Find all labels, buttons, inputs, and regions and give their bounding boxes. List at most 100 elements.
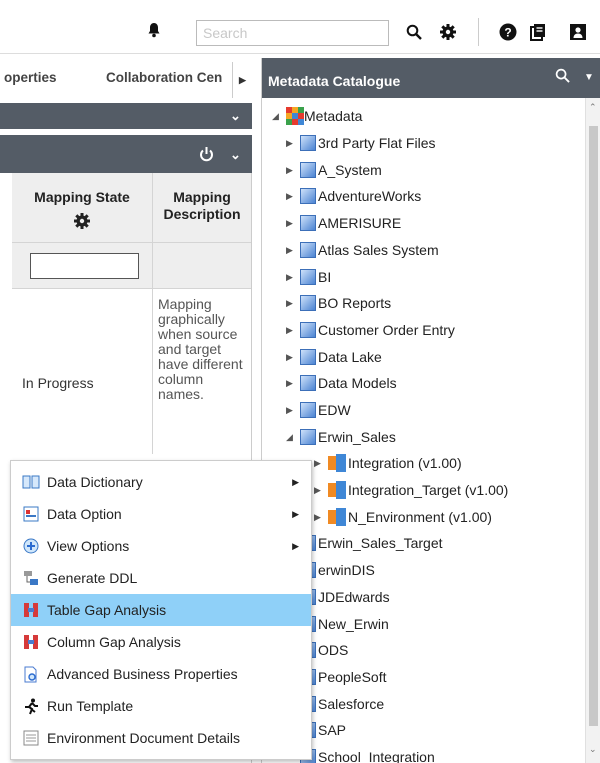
menu-item-environment-document-details[interactable]: Environment Document Details bbox=[11, 722, 311, 754]
tree-node[interactable]: ▶ Integration (v1.00) bbox=[314, 452, 462, 474]
svg-text:?: ? bbox=[504, 26, 511, 40]
tree-node[interactable]: ◢ Erwin_Sales bbox=[286, 426, 396, 448]
tree-node[interactable]: ▶ Data Models bbox=[286, 372, 397, 394]
mapping-state-filter-input[interactable] bbox=[30, 253, 139, 279]
zoom-view-icon bbox=[22, 537, 40, 555]
mapping-description-value: Mapping graphically when source and targ… bbox=[158, 296, 243, 402]
panel-title-bar: Metadata Catalogue ▼ bbox=[262, 58, 600, 98]
tree-node[interactable]: JDEdwards bbox=[300, 586, 390, 608]
expand-arrow-icon[interactable]: ▶ bbox=[286, 165, 300, 176]
expand-arrow-icon[interactable]: ▶ bbox=[286, 191, 300, 202]
expand-arrow-icon[interactable]: ▶ bbox=[314, 458, 328, 469]
menu-item-generate-ddl[interactable]: Generate DDL bbox=[11, 562, 311, 594]
filter-row bbox=[12, 243, 152, 289]
tree-node[interactable]: Erwin_Sales_Target bbox=[300, 532, 443, 554]
tree-node[interactable]: ▶ EDW bbox=[286, 399, 351, 421]
column-header[interactable]: Mapping State bbox=[12, 173, 152, 243]
filter-row bbox=[153, 243, 251, 289]
expand-arrow-icon[interactable]: ▶ bbox=[286, 298, 300, 309]
menu-item-label: Generate DDL bbox=[47, 570, 138, 586]
expand-arrow-icon[interactable]: ▶ bbox=[286, 218, 300, 229]
tree-node[interactable]: ▶ Data Lake bbox=[286, 346, 382, 368]
table-cell[interactable]: In Progress bbox=[12, 289, 152, 454]
tree-node[interactable]: ▶ AMERISURE bbox=[286, 212, 401, 234]
chevron-down-icon[interactable]: ⌄ bbox=[230, 147, 241, 163]
scrollbar-thumb[interactable] bbox=[589, 126, 598, 726]
tree-node[interactable]: New_Erwin bbox=[300, 613, 389, 635]
help-icon[interactable]: ? bbox=[497, 20, 519, 44]
tree-node-label: School_Integration bbox=[318, 749, 435, 763]
expand-arrow-icon[interactable]: ▶ bbox=[286, 138, 300, 149]
search-input[interactable] bbox=[196, 20, 389, 46]
tree-node-label: Salesforce bbox=[318, 696, 385, 712]
menu-item-data-option[interactable]: Data Option ▶ bbox=[11, 498, 311, 530]
metadata-grid-icon bbox=[286, 107, 304, 125]
menu-item-table-gap-analysis[interactable]: Table Gap Analysis bbox=[11, 594, 311, 626]
tab-collaboration-center[interactable]: Collaboration Cen bbox=[106, 70, 222, 85]
menu-item-column-gap-analysis[interactable]: Column Gap Analysis bbox=[11, 626, 311, 658]
submenu-arrow-icon: ▶ bbox=[292, 508, 299, 519]
column-header[interactable]: Mapping Description bbox=[153, 173, 251, 243]
tree-node-label: Data Models bbox=[318, 375, 397, 391]
tree-node[interactable]: PeopleSoft bbox=[300, 666, 387, 688]
expand-arrow-icon[interactable]: ▶ bbox=[314, 512, 328, 523]
bell-icon[interactable] bbox=[147, 22, 161, 42]
gear-icon[interactable] bbox=[437, 20, 459, 44]
tree-node[interactable]: ▶ 3rd Party Flat Files bbox=[286, 132, 435, 154]
search-icon[interactable] bbox=[403, 20, 425, 44]
top-toolbar: ? bbox=[0, 0, 600, 54]
table-cell[interactable]: Mapping graphically when source and targ… bbox=[153, 289, 251, 459]
tree-node-label: PeopleSoft bbox=[318, 669, 387, 685]
database-icon bbox=[300, 349, 316, 365]
tree-node[interactable]: ▶ BI bbox=[286, 266, 331, 288]
collapse-arrow-icon[interactable]: ◢ bbox=[286, 432, 300, 443]
database-icon bbox=[300, 322, 316, 338]
settings-gear-icon[interactable] bbox=[73, 212, 91, 230]
tree-node[interactable]: ▶ N_Environment (v1.00) bbox=[314, 506, 492, 528]
tab-properties[interactable]: operties bbox=[4, 70, 57, 85]
tree-node[interactable]: ▶ Customer Order Entry bbox=[286, 319, 455, 341]
menu-item-advanced-business-properties[interactable]: Advanced Business Properties bbox=[11, 658, 311, 690]
gap-analysis-icon bbox=[22, 633, 40, 651]
chevron-down-icon[interactable]: ⌄ bbox=[230, 108, 241, 124]
expand-arrow-icon[interactable]: ▶ bbox=[286, 272, 300, 283]
collapse-arrow-icon[interactable]: ◢ bbox=[272, 111, 286, 122]
tree-node[interactable]: ▶ BO Reports bbox=[286, 292, 391, 314]
tree-node[interactable]: ▶ A_System bbox=[286, 159, 382, 181]
tree-node[interactable]: ▶ Atlas Sales System bbox=[286, 239, 439, 261]
database-icon bbox=[300, 135, 316, 151]
expand-arrow-icon[interactable]: ▶ bbox=[286, 352, 300, 363]
expand-arrow-icon[interactable]: ▶ bbox=[314, 485, 328, 496]
tree-node[interactable]: ▶ Integration_Target (v1.00) bbox=[314, 479, 508, 501]
database-icon bbox=[300, 188, 316, 204]
vertical-scrollbar[interactable]: ⌃ ⌄ bbox=[585, 98, 600, 763]
menu-item-label: Data Option bbox=[47, 506, 122, 522]
scroll-down-icon[interactable]: ⌄ bbox=[589, 744, 597, 755]
chevron-down-icon[interactable]: ▼ bbox=[584, 72, 594, 83]
database-icon bbox=[300, 215, 316, 231]
tree-node[interactable]: ▶ AdventureWorks bbox=[286, 185, 421, 207]
tree-node-label: 3rd Party Flat Files bbox=[318, 135, 436, 151]
tree-node[interactable]: Salesforce bbox=[300, 693, 384, 715]
column-header-label: Mapping Description bbox=[163, 189, 241, 222]
notes-icon[interactable] bbox=[527, 20, 549, 44]
menu-item-label: Table Gap Analysis bbox=[47, 602, 167, 618]
tree-node[interactable]: School_Integration bbox=[300, 746, 435, 763]
model-icon bbox=[328, 481, 346, 499]
menu-item-view-options[interactable]: View Options ▶ bbox=[11, 530, 311, 562]
expand-arrow-icon[interactable]: ▶ bbox=[286, 378, 300, 389]
expand-arrow-icon[interactable]: ▶ bbox=[286, 405, 300, 416]
expand-arrow-icon[interactable]: ▶ bbox=[286, 245, 300, 256]
expand-arrow-icon[interactable]: ▶ bbox=[286, 325, 300, 336]
user-profile-icon[interactable] bbox=[567, 20, 589, 44]
tree-node-label: Data Lake bbox=[318, 349, 382, 365]
search-icon[interactable] bbox=[555, 68, 570, 88]
menu-item-data-dictionary[interactable]: Data Dictionary ▶ bbox=[11, 466, 311, 498]
power-icon[interactable] bbox=[199, 146, 214, 165]
database-icon bbox=[300, 429, 316, 445]
menu-item-run-template[interactable]: Run Template bbox=[11, 690, 311, 722]
tab-scroll-right-icon[interactable]: ▶ bbox=[232, 62, 252, 98]
tree-root[interactable]: ◢ Metadata bbox=[272, 105, 362, 127]
scroll-up-icon[interactable]: ⌃ bbox=[589, 102, 597, 113]
model-icon bbox=[328, 508, 346, 526]
